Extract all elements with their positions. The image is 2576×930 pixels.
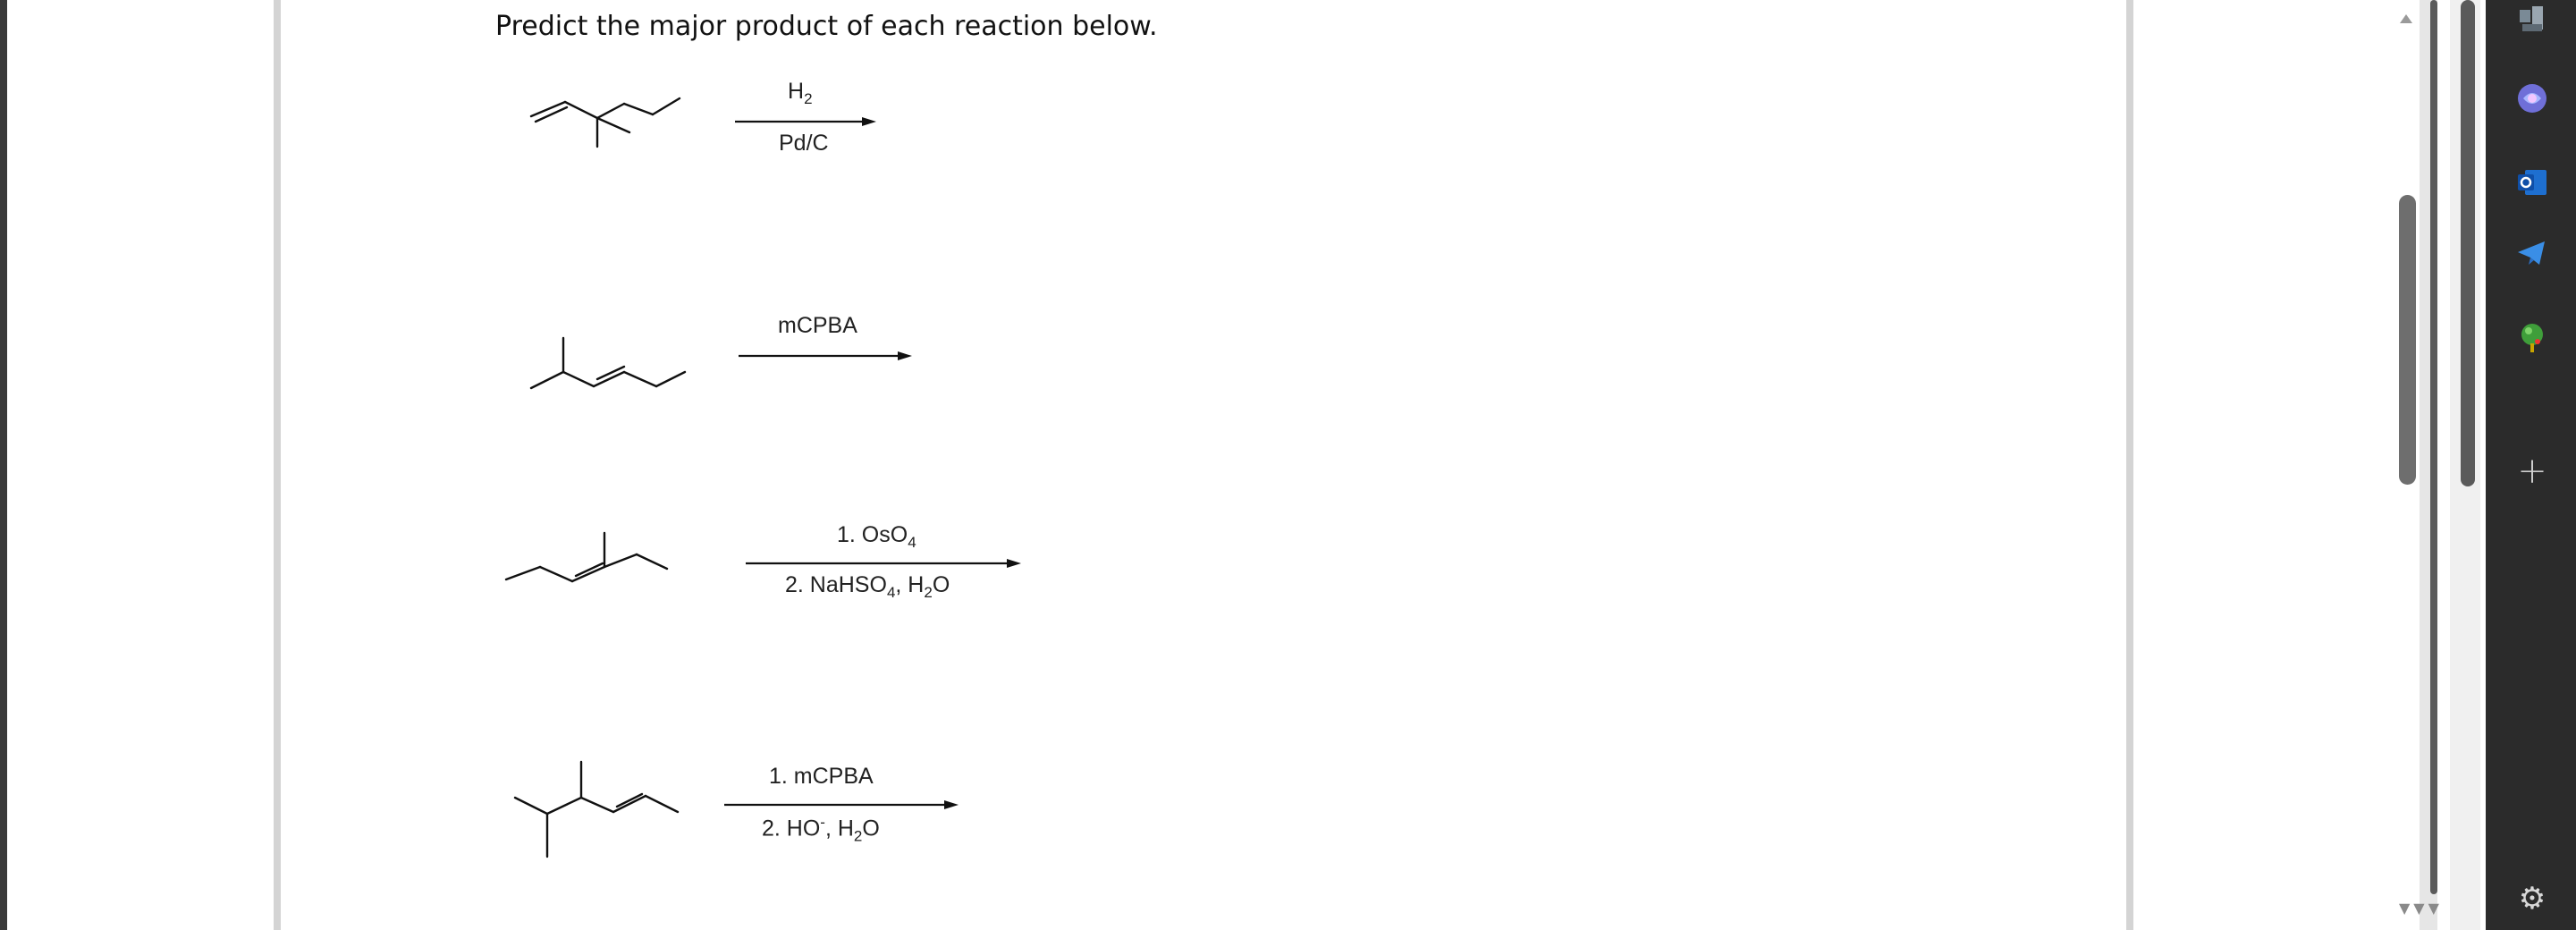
scroll-down-arrows-icon[interactable]: ▼▼▼ <box>2399 900 2443 917</box>
reaction-4-structure <box>513 760 959 858</box>
document-page: Predict the major product of each reacti… <box>281 0 2126 930</box>
app-window: Predict the major product of each reacti… <box>0 0 2576 930</box>
settings-icon[interactable]: ⚙ <box>2513 879 2552 918</box>
reaction-4: 1. mCPBA 2. HO-, H2O <box>281 742 1175 903</box>
profile-icon[interactable] <box>2513 0 2552 39</box>
add-icon[interactable]: + <box>2513 451 2552 492</box>
reaction-1-structure <box>529 97 876 148</box>
document-scrollbar-thumb[interactable] <box>2399 195 2416 485</box>
question-instruction: Predict the major product of each reacti… <box>495 11 1158 42</box>
games-icon[interactable] <box>2513 318 2552 358</box>
browser-scrollbar-rail <box>2430 0 2437 894</box>
reaction-2: mCPBA <box>281 295 1175 456</box>
telegram-icon[interactable] <box>2513 234 2552 274</box>
reaction-2-reagent-above: mCPBA <box>778 313 857 338</box>
reaction-1: H2 Pd/C <box>281 64 1175 225</box>
scroll-up-arrow-icon[interactable] <box>2400 14 2412 23</box>
page-border-left <box>274 0 281 930</box>
left-gutter <box>7 0 274 930</box>
reaction-3: 1. OsO4 2. NaHSO4, H2O <box>281 517 1175 678</box>
reaction-1-reagent-above: H2 <box>788 79 813 107</box>
reaction-4-reagent-below: 2. HO-, H2O <box>762 814 880 845</box>
reaction-1-reagent-below: Pd/C <box>779 131 829 156</box>
reaction-2-structure <box>529 336 912 390</box>
copilot-icon[interactable] <box>2513 79 2552 118</box>
reaction-3-reagent-below: 2. NaHSO4, H2O <box>785 572 950 601</box>
reaction-3-structure <box>504 531 1021 583</box>
browser-scrollbar-thumb[interactable] <box>2461 0 2475 486</box>
left-window-edge <box>0 0 7 930</box>
reaction-4-reagent-above: 1. mCPBA <box>769 764 874 789</box>
outlook-icon[interactable] <box>2513 163 2552 202</box>
reaction-3-reagent-above: 1. OsO4 <box>837 522 916 551</box>
page-border-right <box>2126 0 2133 930</box>
